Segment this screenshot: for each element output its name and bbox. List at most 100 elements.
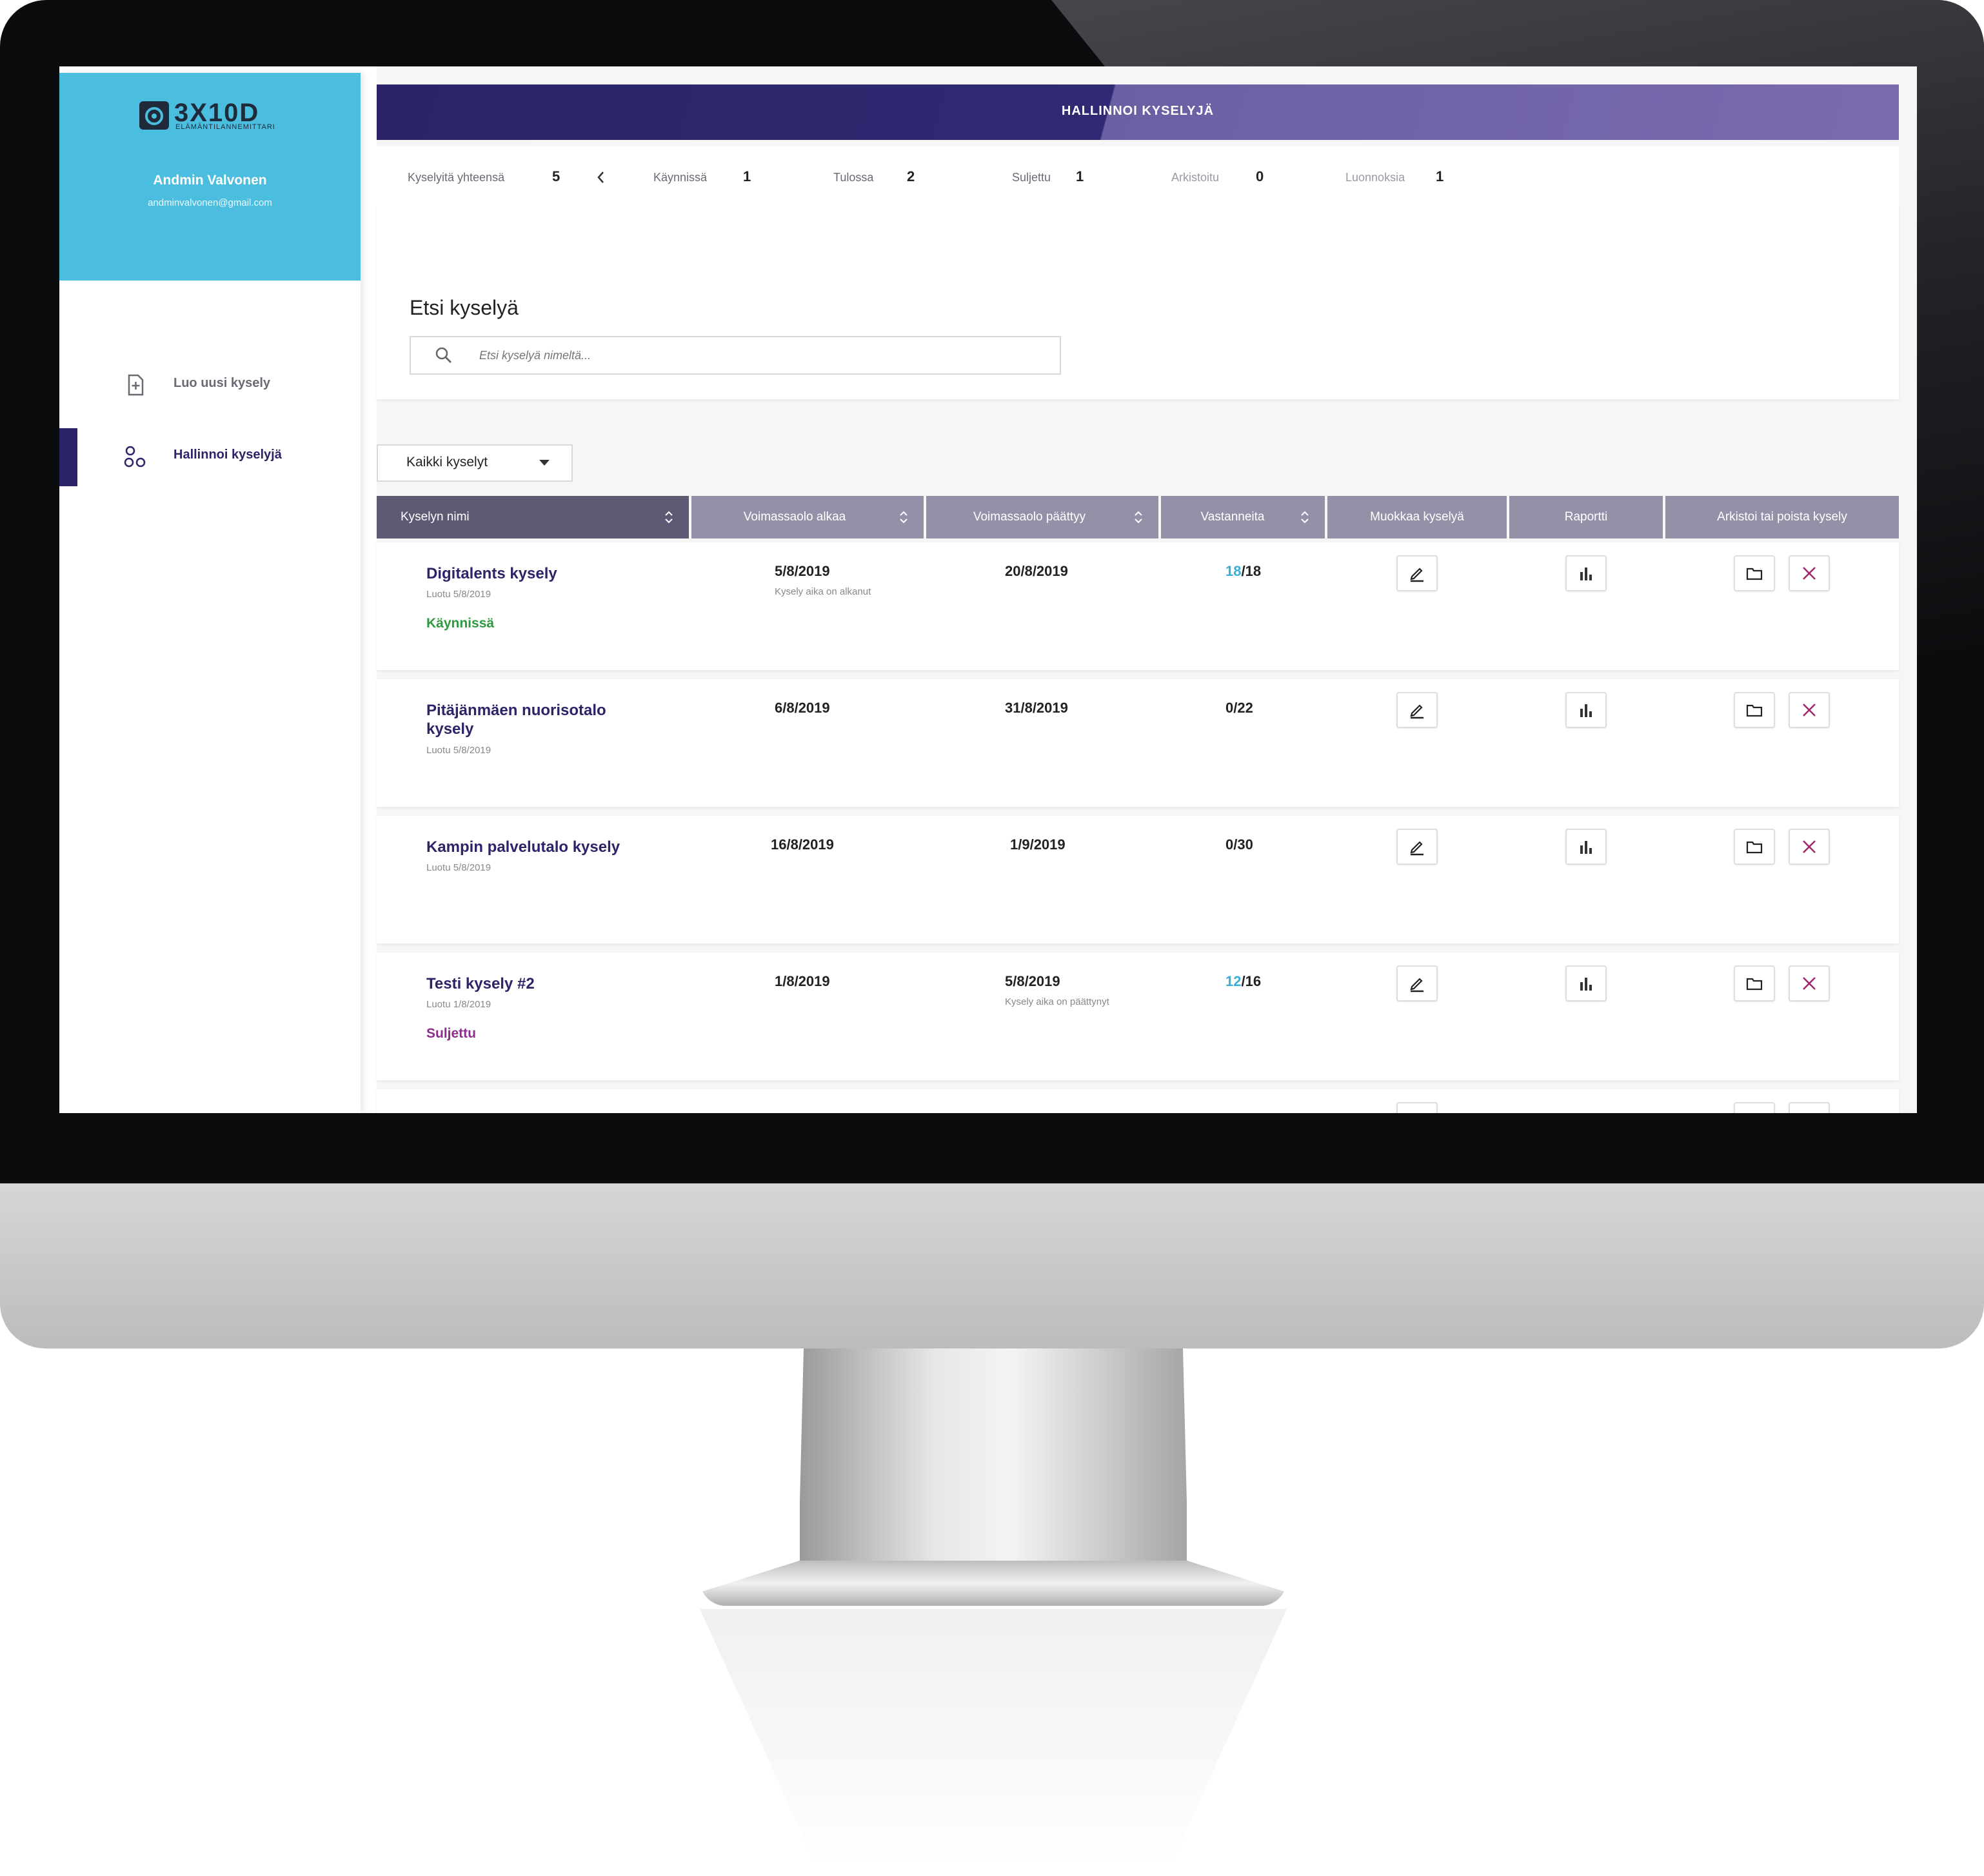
column-header-label: Voimassaolo alkaa	[743, 510, 846, 524]
responses-count: 12/16	[1225, 973, 1261, 990]
column-header-start[interactable]: Voimassaolo alkaa	[691, 496, 924, 538]
page-title: HALLINNOI KYSELYJÄ	[1061, 104, 1215, 118]
column-header-label: Vastanneita	[1200, 510, 1265, 524]
edit-button[interactable]	[1396, 1102, 1438, 1113]
sidebar-item-manage-surveys[interactable]: Hallinnoi kyselyjä	[59, 428, 361, 486]
search-input[interactable]	[478, 344, 1035, 367]
bar-chart-icon	[1580, 568, 1592, 580]
pencil-icon	[1410, 978, 1424, 992]
survey-name[interactable]: Testi kysely #2	[426, 974, 646, 993]
monitor-stand-foot	[700, 1561, 1287, 1606]
search-title: Etsi kyselyä	[410, 296, 519, 319]
column-header-label: Raportti	[1564, 510, 1608, 524]
page-header-bar: HALLINNOI KYSELYJÄ	[377, 84, 1899, 140]
survey-name[interactable]: Pitäjänmäen nuorisotalo kysely	[426, 701, 646, 738]
delete-button[interactable]	[1789, 692, 1830, 728]
end-date: 31/8/2019	[1005, 700, 1068, 716]
stat-running-label[interactable]: Käynnissä	[653, 171, 707, 184]
stat-closed-value: 1	[1076, 168, 1084, 184]
active-indicator	[59, 428, 77, 486]
logo-subtitle: ELÄMÄNTILANNEMITTARI	[175, 123, 275, 131]
stat-archived-value: 0	[1256, 168, 1264, 184]
stat-closed-label[interactable]: Suljettu	[1012, 171, 1051, 184]
user-name: Andmin Valvonen	[153, 173, 267, 188]
monitor-chin	[0, 1183, 1984, 1348]
stat-upcoming-label[interactable]: Tulossa	[833, 171, 873, 184]
stat-running-value: 1	[743, 168, 751, 184]
responses-total: 0/30	[1225, 836, 1253, 853]
logo: 3X10D ELÄMÄNTILANNEMITTARI	[139, 99, 281, 133]
responses-done: 18	[1225, 563, 1242, 579]
stat-drafts-label[interactable]: Luonnoksia	[1345, 171, 1405, 184]
app-screen: 3X10D ELÄMÄNTILANNEMITTARI Andmin Valvon…	[59, 66, 1917, 1113]
responses-count: 18/18	[1225, 563, 1261, 580]
column-header-name[interactable]: Kyselyn nimi	[377, 496, 689, 538]
bar-chart-icon	[1580, 978, 1592, 991]
delete-button[interactable]	[1789, 829, 1830, 865]
sort-icon[interactable]	[664, 509, 673, 526]
column-header-archive-delete: Arkistoi tai poista kysely	[1665, 496, 1899, 538]
edit-button[interactable]	[1396, 965, 1438, 1002]
sidebar-item-create-survey[interactable]: Luo uusi kysely	[59, 357, 361, 415]
pencil-icon	[1407, 1111, 1427, 1113]
responses-count: 0/22	[1225, 700, 1253, 716]
column-header-report: Raportti	[1509, 496, 1663, 538]
edit-button[interactable]	[1396, 829, 1438, 865]
stat-archived-label[interactable]: Arkistoitu	[1171, 171, 1219, 184]
responses-total: /16	[1241, 973, 1262, 989]
table-row: Kampin palvelutalo kysely Luotu 5/8/2019…	[377, 816, 1899, 943]
report-button[interactable]	[1565, 692, 1607, 728]
archive-button[interactable]	[1734, 829, 1775, 865]
table-row	[377, 1089, 1899, 1113]
sort-icon[interactable]	[1134, 509, 1143, 526]
stat-upcoming-value: 2	[907, 168, 915, 184]
column-header-responses[interactable]: Vastanneita	[1161, 496, 1325, 538]
close-icon	[1803, 840, 1816, 853]
start-note: Kysely aika on alkanut	[775, 586, 871, 597]
report-button[interactable]	[1565, 555, 1607, 591]
bar-chart-icon	[1580, 841, 1592, 854]
column-header-label: Kyselyn nimi	[401, 510, 470, 524]
column-header-edit: Muokkaa kyselyä	[1327, 496, 1507, 538]
folder-icon	[1746, 978, 1763, 991]
delete-button[interactable]	[1789, 555, 1830, 591]
sort-icon[interactable]	[1300, 509, 1309, 526]
column-header-label: Voimassaolo päättyy	[973, 510, 1086, 524]
edit-button[interactable]	[1396, 692, 1438, 728]
sidebar-header: 3X10D ELÄMÄNTILANNEMITTARI Andmin Valvon…	[59, 73, 361, 281]
survey-filter-dropdown[interactable]: Kaikki kyselyt	[377, 444, 573, 482]
end-note: Kysely aika on päättynyt	[1005, 996, 1109, 1007]
table-row: Testi kysely #2 Luotu 1/8/2019 Suljettu …	[377, 953, 1899, 1080]
report-button[interactable]	[1565, 965, 1607, 1002]
column-header-end[interactable]: Voimassaolo päättyy	[926, 496, 1158, 538]
survey-name[interactable]: Kampin palvelutalo kysely	[426, 838, 684, 856]
responses-done: 12	[1225, 973, 1242, 989]
archive-button[interactable]	[1734, 555, 1775, 591]
start-date: 1/8/2019	[775, 973, 830, 989]
survey-name[interactable]: Digitalents kysely	[426, 564, 646, 583]
sidebar: 3X10D ELÄMÄNTILANNEMITTARI Andmin Valvon…	[59, 73, 361, 1113]
status-badge: Käynnissä	[426, 616, 495, 631]
archive-button[interactable]	[1734, 965, 1775, 1002]
chevron-left-icon[interactable]	[595, 170, 608, 185]
stat-total-label: Kyselyitä yhteensä	[408, 171, 505, 184]
start-date: 16/8/2019	[771, 836, 834, 853]
survey-created: Luotu 5/8/2019	[426, 862, 491, 873]
folder-icon	[1746, 568, 1763, 580]
edit-button[interactable]	[1396, 555, 1438, 591]
close-icon	[1803, 977, 1816, 990]
search-box[interactable]	[410, 336, 1061, 375]
sidebar-item-label: Hallinnoi kyselyjä	[174, 448, 282, 462]
table-row: Pitäjänmäen nuorisotalo kysely Luotu 5/8…	[377, 679, 1899, 807]
column-header-label: Muokkaa kyselyä	[1370, 510, 1464, 524]
archive-button[interactable]	[1734, 1102, 1775, 1113]
close-icon	[1803, 704, 1816, 716]
archive-button[interactable]	[1734, 692, 1775, 728]
report-button[interactable]	[1565, 829, 1607, 865]
delete-button[interactable]	[1789, 1102, 1830, 1113]
sort-icon[interactable]	[899, 509, 908, 526]
folder-icon	[1746, 704, 1763, 717]
responses-total: /18	[1241, 563, 1262, 579]
delete-button[interactable]	[1789, 965, 1830, 1002]
end-date: 5/8/2019	[1005, 973, 1060, 989]
